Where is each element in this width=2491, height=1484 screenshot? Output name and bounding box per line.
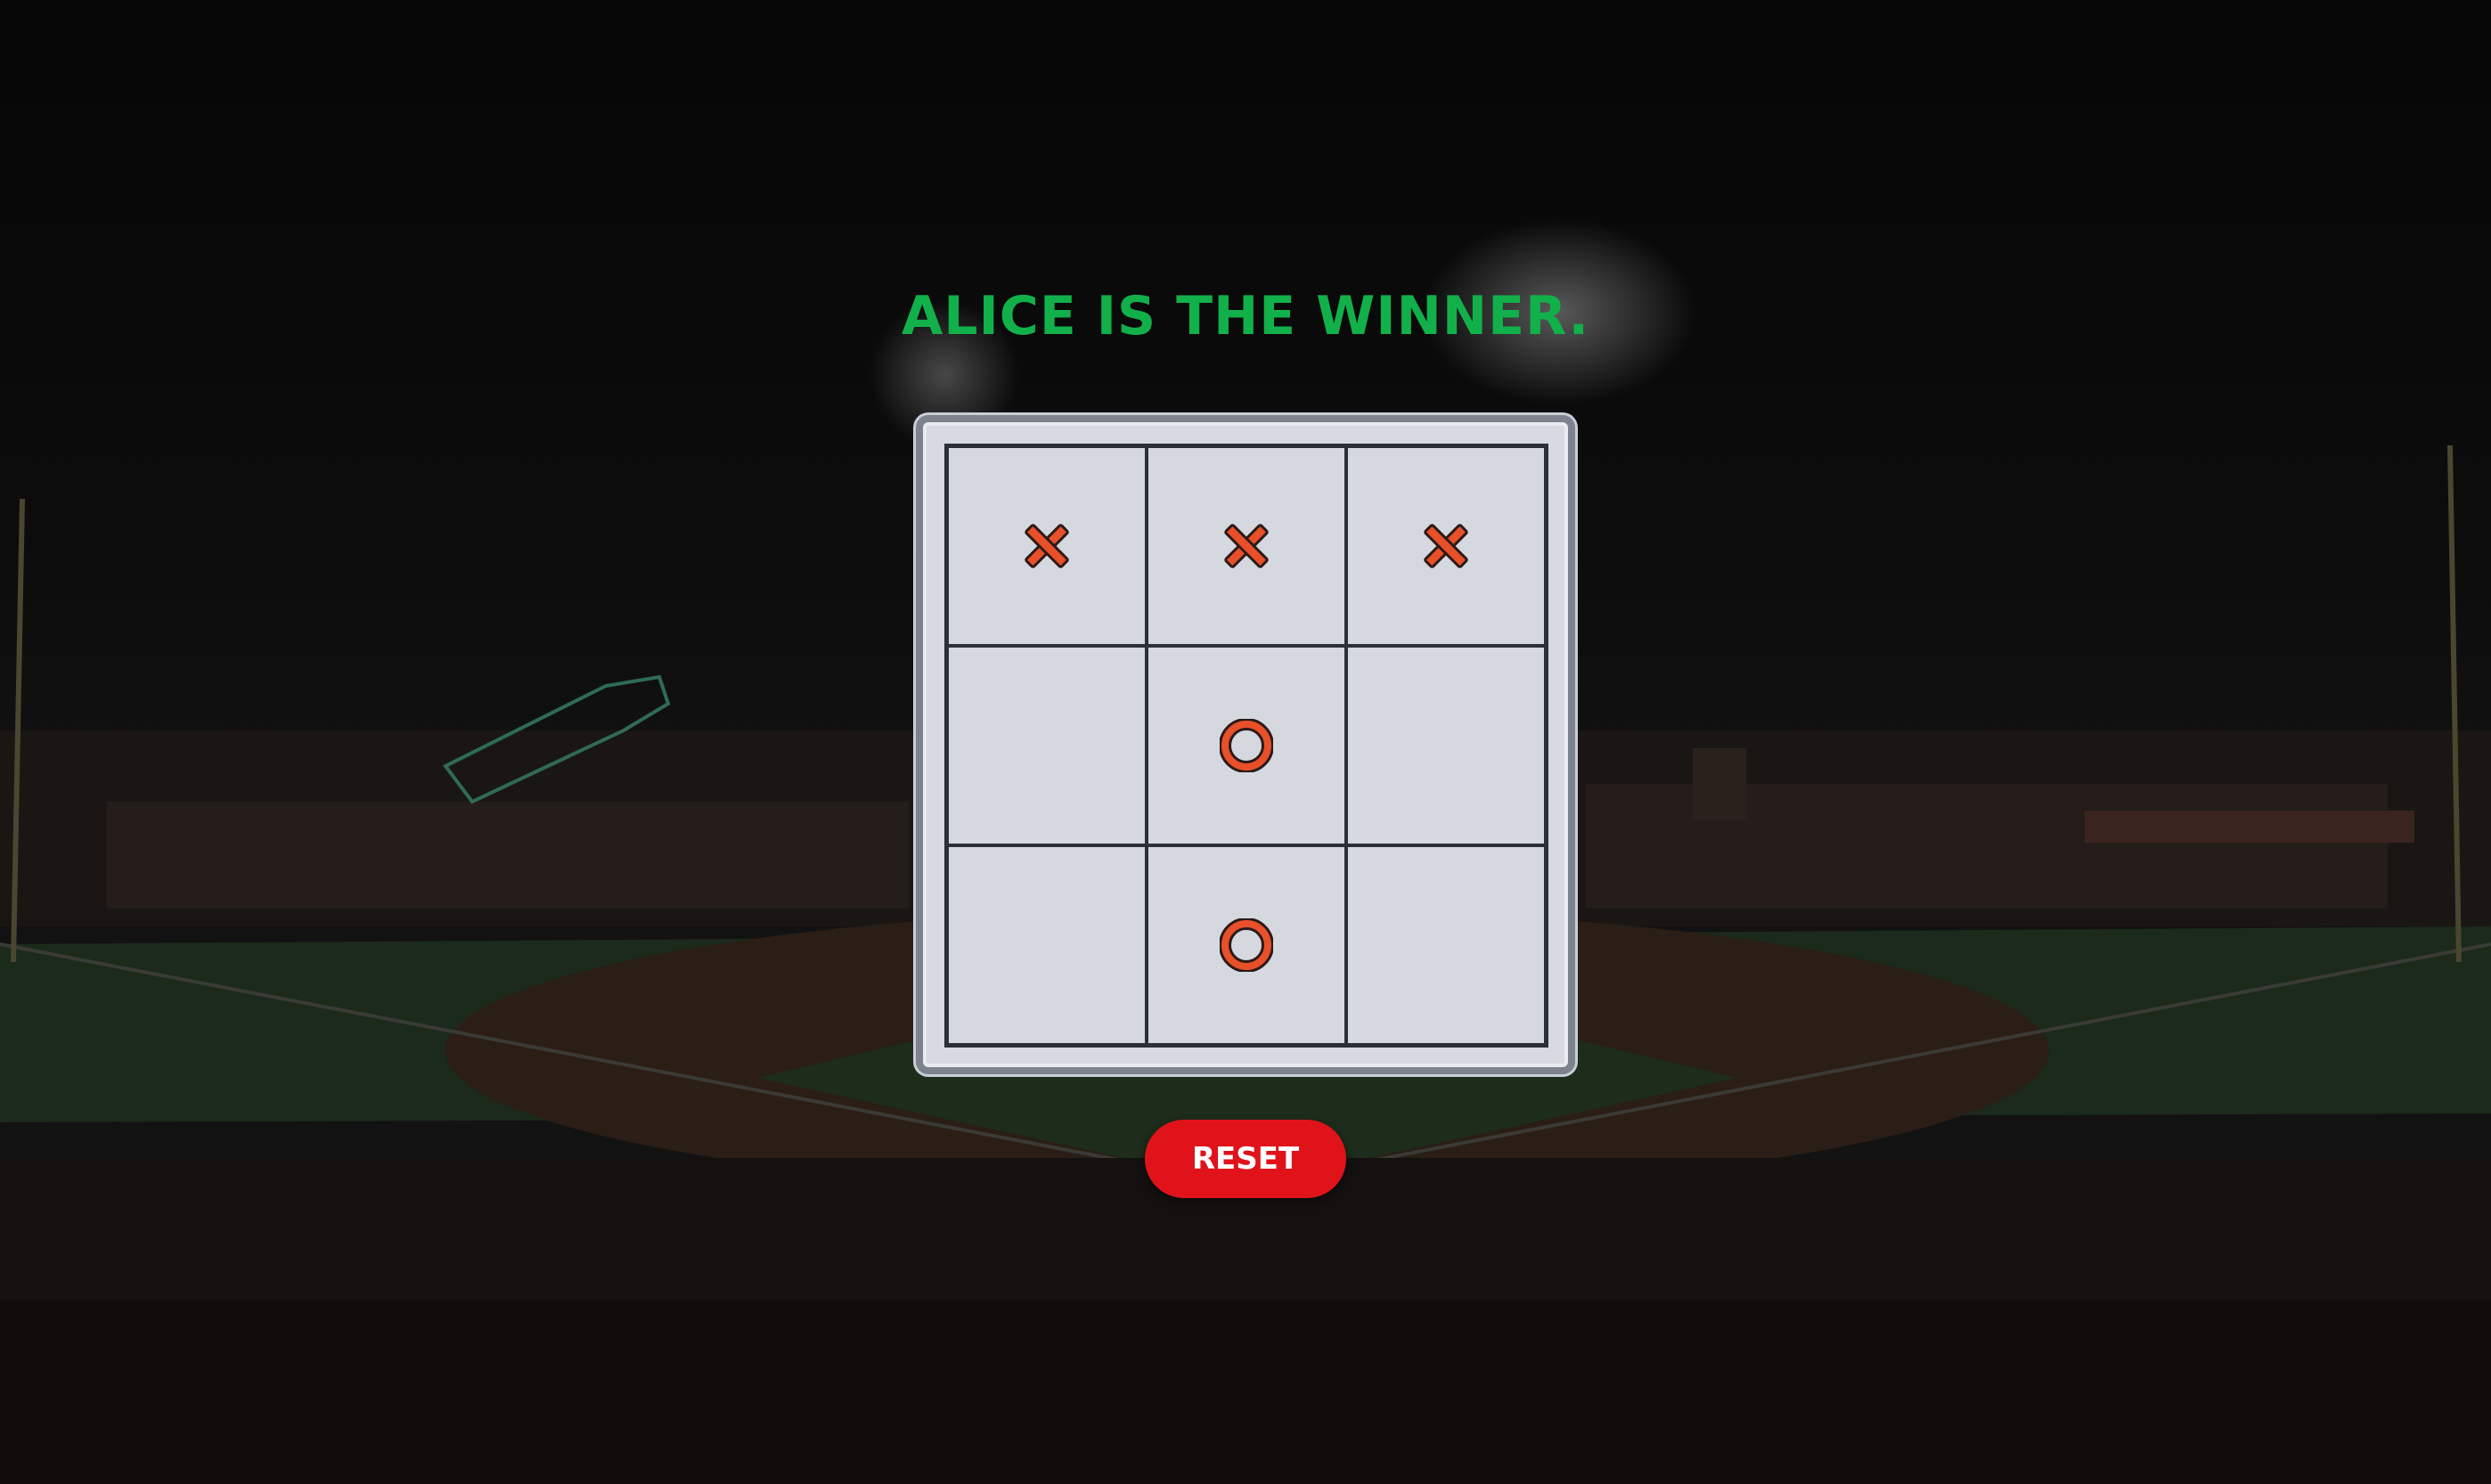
game-board-frame	[916, 415, 1575, 1074]
board-cell-8[interactable]	[1147, 845, 1346, 1045]
ring-icon	[1220, 918, 1273, 972]
reset-button[interactable]: RESET	[1145, 1120, 1346, 1198]
board-cell-4[interactable]	[947, 646, 1147, 845]
board-cell-3[interactable]	[1346, 446, 1546, 646]
board-cell-6[interactable]	[1346, 646, 1546, 845]
cross-icon	[1025, 524, 1069, 568]
cross-icon	[1424, 524, 1468, 568]
board-cell-1[interactable]	[947, 446, 1147, 646]
ring-icon	[1220, 719, 1273, 772]
board-cell-7[interactable]	[947, 845, 1147, 1045]
game-board	[944, 444, 1548, 1048]
board-cell-5[interactable]	[1147, 646, 1346, 845]
board-cell-9[interactable]	[1346, 845, 1546, 1045]
board-cell-2[interactable]	[1147, 446, 1346, 646]
game-screen: ALICE IS THE WINNER. RESET	[0, 0, 2491, 1484]
cross-icon	[1224, 524, 1269, 568]
winner-message: ALICE IS THE WINNER.	[901, 285, 1590, 347]
